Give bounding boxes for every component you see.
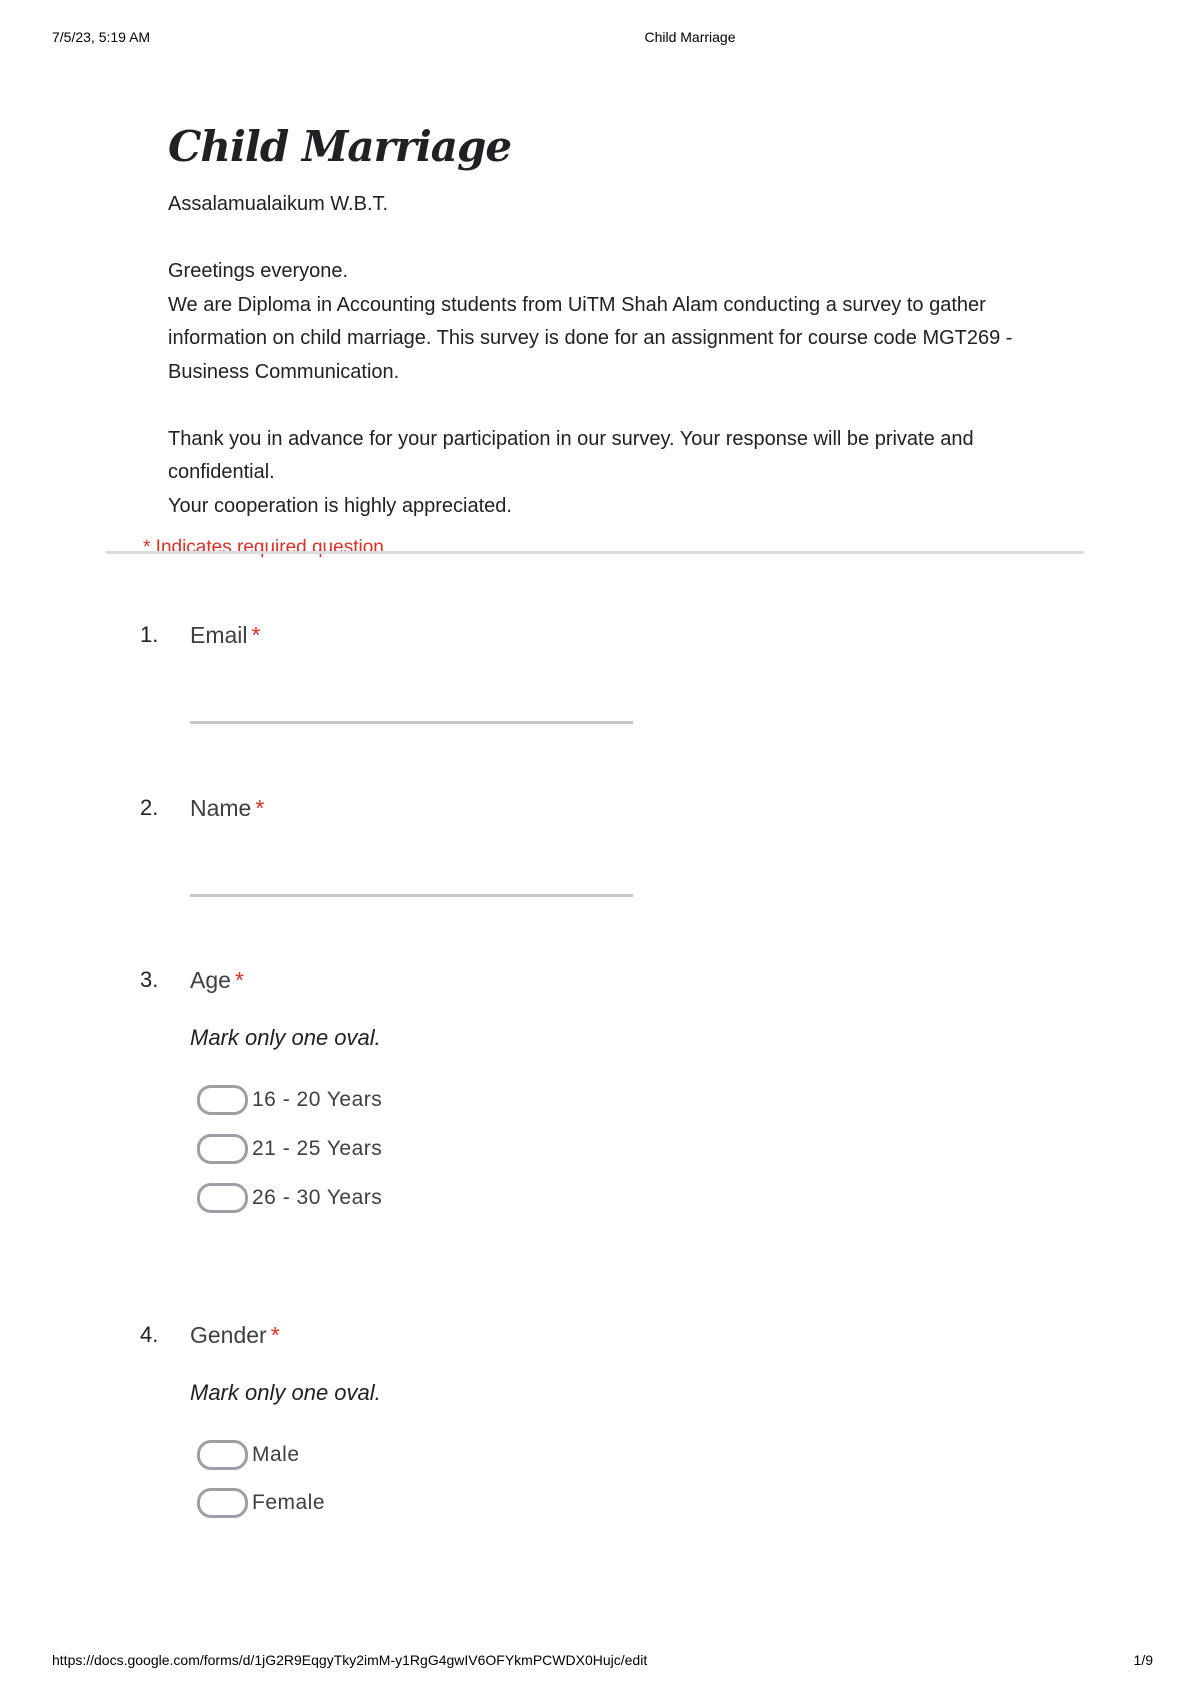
radio-oval-icon[interactable]: [197, 1488, 248, 1518]
description-line: Thank you in advance for your participat…: [168, 427, 974, 484]
question-title-text: Age: [190, 967, 231, 993]
option-age-16-20[interactable]: 16 - 20 Years: [197, 1085, 382, 1115]
email-field[interactable]: [190, 721, 633, 724]
question-title: Age *: [190, 967, 244, 994]
question-title: Email *: [190, 622, 260, 649]
form-title: Child Marriage: [168, 122, 512, 171]
radio-oval-icon[interactable]: [197, 1183, 248, 1213]
required-asterisk: *: [251, 622, 261, 648]
print-doc-title: Child Marriage: [644, 29, 736, 45]
name-field[interactable]: [190, 894, 633, 897]
print-url: https://docs.google.com/forms/d/1jG2R9Eq…: [52, 1652, 648, 1668]
description-line: Assalamualaikum W.B.T.: [168, 193, 389, 215]
question-title-text: Gender: [190, 1322, 267, 1348]
radio-oval-icon[interactable]: [197, 1134, 248, 1164]
required-asterisk: *: [234, 967, 244, 993]
description-line: We are Diploma in Accounting students fr…: [168, 293, 1013, 383]
radio-oval-icon[interactable]: [197, 1440, 248, 1470]
print-footer: https://docs.google.com/forms/d/1jG2R9Eq…: [0, 1652, 1200, 1672]
option-gender-female[interactable]: Female: [197, 1488, 325, 1518]
question-number: 1.: [140, 622, 159, 647]
question-title: Gender *: [190, 1322, 280, 1349]
option-label: 21 - 25 Years: [252, 1137, 383, 1160]
header-divider: [106, 551, 1084, 554]
option-age-21-25[interactable]: 21 - 25 Years: [197, 1134, 382, 1164]
description-line: Your cooperation is highly appreciated.: [168, 494, 512, 517]
question-title-text: Email: [190, 622, 248, 648]
question-hint: Mark only one oval.: [190, 1380, 381, 1405]
radio-oval-icon[interactable]: [197, 1085, 248, 1115]
question-number: 3.: [140, 967, 159, 992]
required-asterisk: *: [255, 795, 265, 821]
question-title: Name *: [190, 795, 264, 822]
required-asterisk: *: [270, 1322, 280, 1348]
question-title-text: Name: [190, 795, 252, 821]
option-gender-male[interactable]: Male: [197, 1440, 300, 1470]
description-line: Greetings everyone.: [168, 260, 349, 282]
required-question-note: * Indicates required question: [143, 537, 384, 558]
option-label: Male: [252, 1443, 300, 1466]
question-number: 4.: [140, 1322, 159, 1347]
option-label: Female: [252, 1491, 326, 1514]
option-label: 16 - 20 Years: [252, 1088, 383, 1111]
question-hint: Mark only one oval.: [190, 1025, 381, 1050]
print-header: 7/5/23, 5:19 AM Child Marriage: [0, 29, 1200, 49]
page-number: 1/9: [1133, 1652, 1153, 1668]
option-age-26-30[interactable]: 26 - 30 Years: [197, 1183, 382, 1213]
form-description: Assalamualaikum W.B.T. Greetings everyon…: [168, 188, 1048, 523]
question-number: 2.: [140, 795, 159, 820]
option-label: 26 - 30 Years: [252, 1186, 383, 1209]
